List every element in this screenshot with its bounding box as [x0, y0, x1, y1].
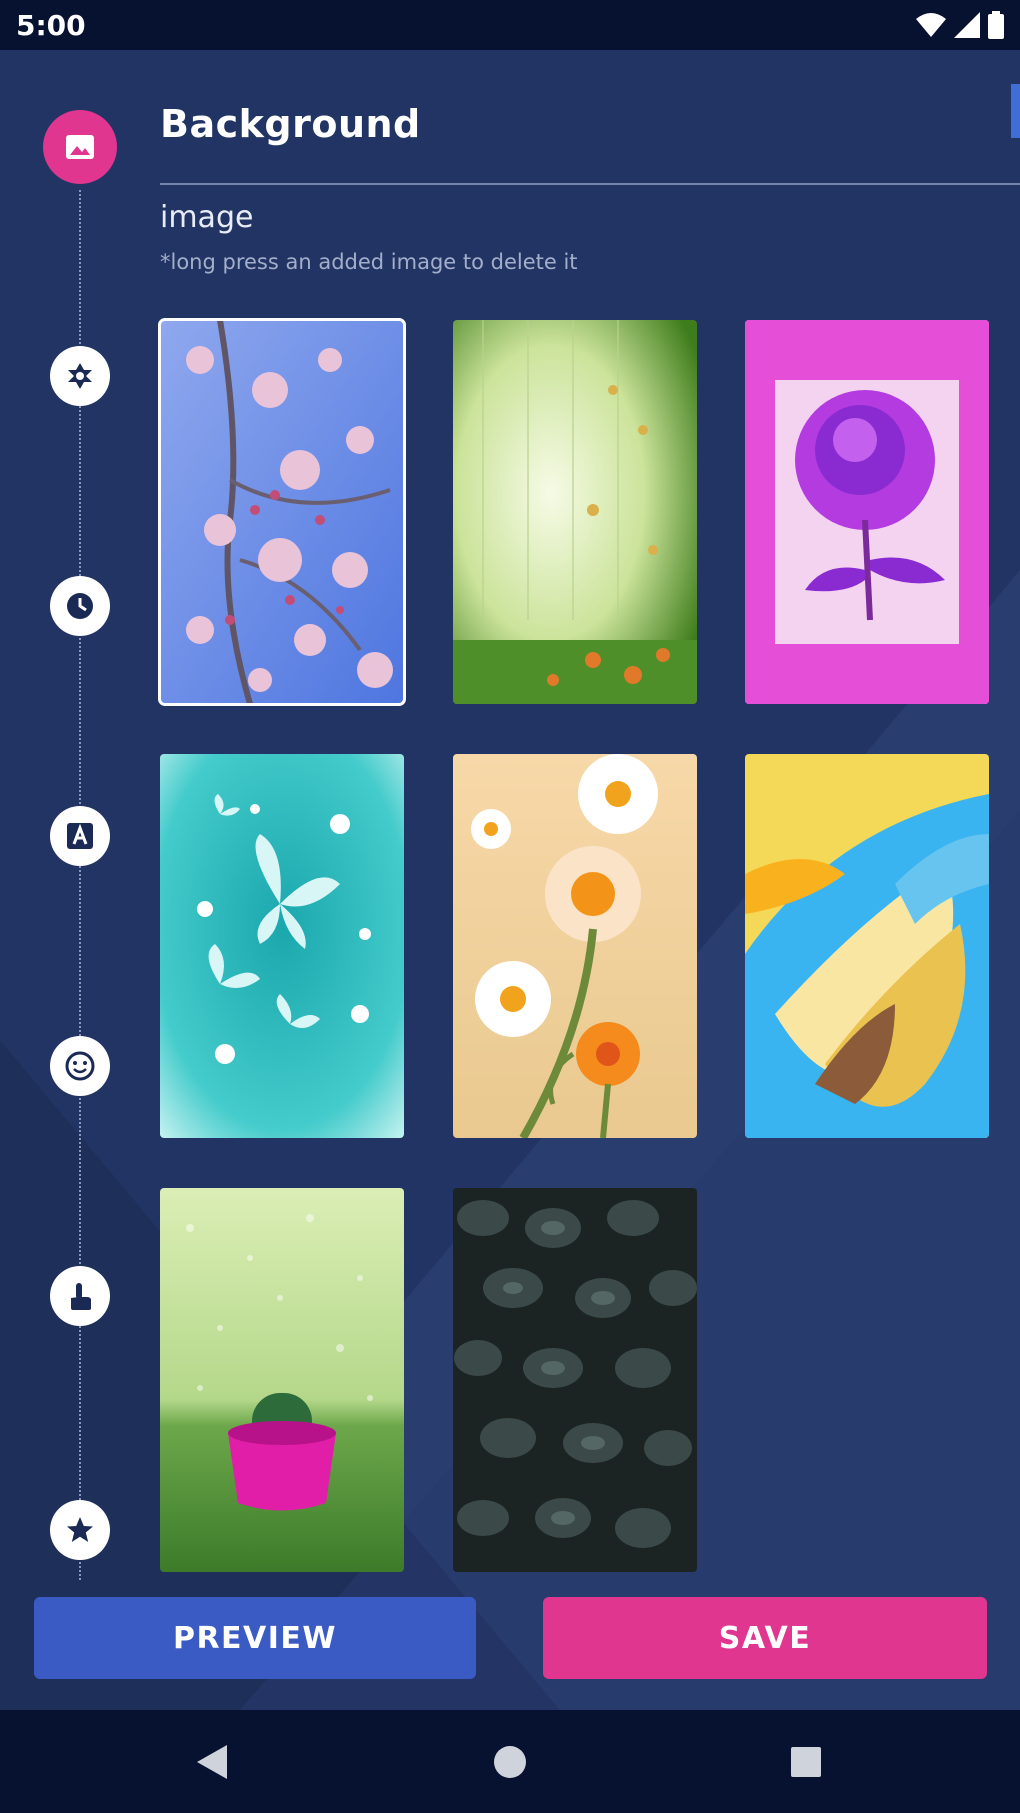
sidebar-item-emoji[interactable] [50, 1036, 110, 1096]
save-button[interactable]: SAVE [543, 1597, 987, 1679]
back-button[interactable] [190, 1740, 234, 1784]
cactus-pot-image [160, 1188, 404, 1572]
main-panel: Background image *long press an added im… [0, 50, 1020, 1710]
touch-icon [71, 1283, 91, 1310]
image-thumb-green-garden[interactable] [453, 320, 697, 704]
status-icons [916, 11, 1004, 39]
sidebar-item-background[interactable] [43, 110, 117, 184]
image-thumb-abstract-swirl[interactable] [745, 754, 989, 1138]
butterflies-image [160, 754, 404, 1138]
wifi-icon [916, 13, 946, 37]
emoji-icon [65, 1051, 95, 1081]
image-thumb-cactus-pot[interactable] [160, 1188, 404, 1572]
star-icon [67, 1517, 93, 1542]
font-icon [67, 823, 93, 849]
recents-icon [791, 1747, 821, 1777]
image-thumb-dark-leaves[interactable] [453, 1188, 697, 1572]
system-nav-bar [0, 1710, 1020, 1813]
battery-icon [988, 11, 1004, 39]
accent-tab[interactable] [1011, 84, 1020, 138]
image-thumb-pink-rose[interactable] [745, 320, 989, 704]
pink-rose-image [745, 320, 989, 704]
abstract-swirl-image [745, 754, 989, 1138]
cell-signal-icon [954, 12, 980, 38]
page-title: Background [160, 102, 421, 146]
home-icon [494, 1746, 526, 1778]
recents-button[interactable] [784, 1740, 828, 1784]
daisies-image [453, 754, 697, 1138]
clock-icon [67, 593, 93, 619]
image-thumb-cherry-blossom[interactable] [158, 318, 406, 706]
section-hint: *long press an added image to delete it [160, 250, 578, 274]
image-icon [66, 135, 94, 159]
status-bar: 5:00 [0, 0, 1020, 50]
sidebar-item-font[interactable] [50, 806, 110, 866]
header-divider [160, 183, 1020, 185]
section-title: image [160, 200, 254, 235]
settings-gear-icon [68, 363, 92, 389]
cherry-blossom-image [160, 320, 404, 704]
back-icon [197, 1745, 227, 1779]
image-thumb-daisies[interactable] [453, 754, 697, 1138]
preview-button[interactable]: PREVIEW [34, 1597, 476, 1679]
green-garden-image [453, 320, 697, 704]
sidebar-item-favorites[interactable] [50, 1500, 110, 1560]
image-thumb-butterflies[interactable] [160, 754, 404, 1138]
sidebar-item-touch[interactable] [50, 1266, 110, 1326]
sidebar-item-clock[interactable] [50, 576, 110, 636]
dark-leaves-image [453, 1188, 697, 1572]
home-button[interactable] [488, 1740, 532, 1784]
status-time: 5:00 [16, 8, 86, 42]
sidebar-item-settings[interactable] [50, 346, 110, 406]
